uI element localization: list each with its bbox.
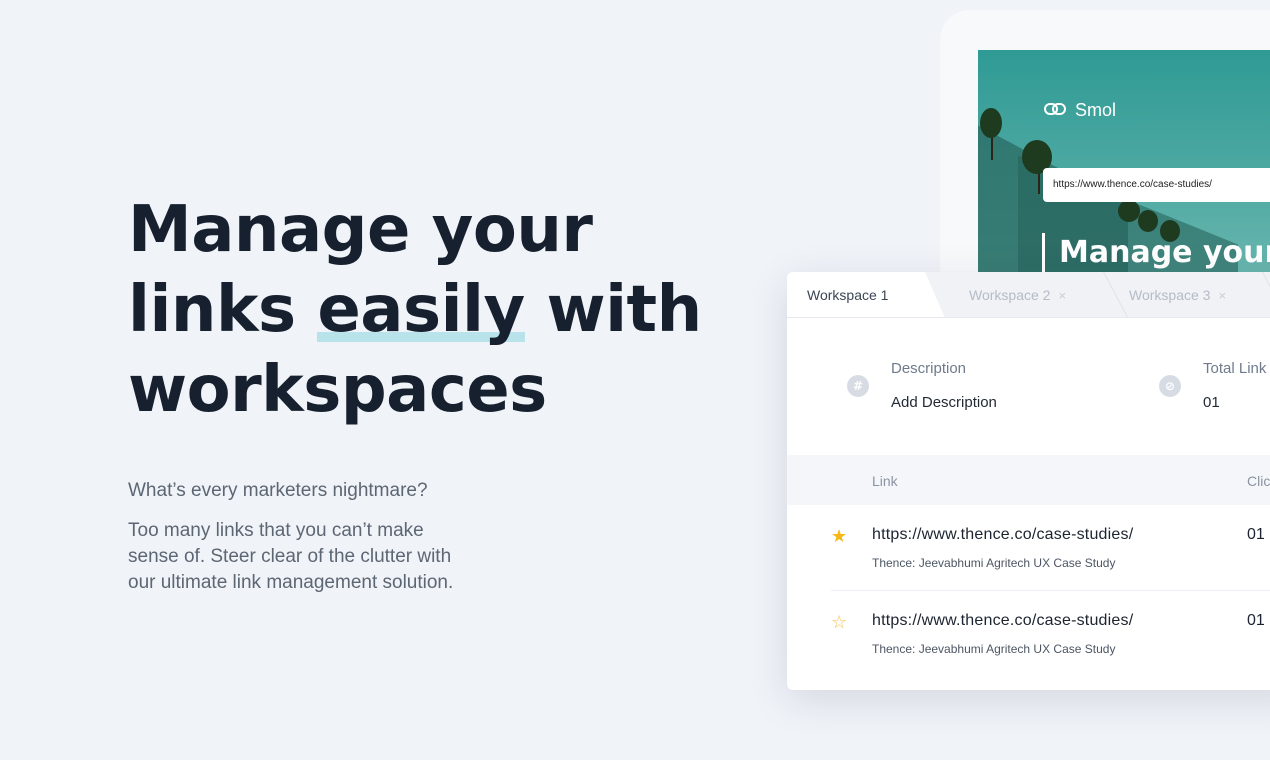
- table-header: Link Clic: [787, 455, 1270, 505]
- preview-heading: Manage your: [1042, 233, 1270, 273]
- column-header-link: Link: [872, 473, 898, 489]
- close-icon[interactable]: ×: [1218, 288, 1226, 303]
- workspace-card: Workspace 1 Workspace 2 × Workspace 3 × # …: [787, 272, 1270, 690]
- tab-label: Workspace 3: [1129, 287, 1211, 303]
- close-icon[interactable]: ×: [1058, 288, 1066, 303]
- hash-icon: #: [847, 375, 869, 397]
- tab-label: Workspace 1: [807, 287, 889, 303]
- total-links-label: Total Link: [1203, 360, 1267, 377]
- hero-title-line-2-end: with: [524, 273, 702, 347]
- description-label: Description: [891, 360, 967, 377]
- tree-illustration: [1138, 210, 1158, 232]
- tab-divider: [1262, 272, 1270, 318]
- link-clicks: 01: [1247, 526, 1265, 543]
- hero-subtitle: What’s every marketers nightmare?: [128, 480, 428, 501]
- url-input[interactable]: https://www.thence.co/case-studies/: [1043, 168, 1270, 202]
- workspace-tabs: Workspace 1 Workspace 2 × Workspace 3 ×: [787, 272, 1270, 318]
- hero-title-highlight: easily: [317, 270, 525, 350]
- link-url[interactable]: https://www.thence.co/case-studies/: [872, 612, 1133, 630]
- hero-title-line-3: workspaces: [128, 353, 547, 427]
- tab-workspace-1[interactable]: Workspace 1: [787, 272, 945, 317]
- column-header-clicks: Clic: [1247, 473, 1270, 489]
- link-clicks: 01: [1247, 612, 1265, 629]
- brand-name: Smol: [1075, 100, 1117, 120]
- link-icon: [1044, 100, 1066, 121]
- table-row[interactable]: ★ https://www.thence.co/case-studies/ Th…: [787, 505, 1270, 591]
- tab-workspace-3[interactable]: Workspace 3 ×: [1129, 272, 1226, 317]
- hero-description: Too many links that you can’t make sense…: [128, 520, 454, 593]
- hero-title-line-1: Manage your: [128, 193, 593, 267]
- tab-divider: [1103, 272, 1129, 318]
- hero-title-line-2-start: links: [128, 273, 318, 347]
- link-url[interactable]: https://www.thence.co/case-studies/: [872, 526, 1133, 544]
- tab-workspace-2[interactable]: Workspace 2 ×: [969, 272, 1066, 317]
- total-links-value: 01: [1203, 394, 1220, 411]
- link-description: Thence: Jeevabhumi Agritech UX Case Stud…: [872, 556, 1116, 570]
- link-description: Thence: Jeevabhumi Agritech UX Case Stud…: [872, 642, 1116, 656]
- table-row[interactable]: ☆ https://www.thence.co/case-studies/ Th…: [787, 591, 1270, 677]
- link-icon: ⊘: [1159, 375, 1181, 397]
- tab-label: Workspace 2: [969, 287, 1051, 303]
- tree-illustration: [980, 108, 1002, 138]
- hero-title: Manage your links easily with workspaces: [128, 190, 702, 430]
- brand-logo: Smol: [1044, 100, 1116, 121]
- star-outline-icon[interactable]: ☆: [831, 613, 847, 633]
- star-filled-icon[interactable]: ★: [831, 527, 847, 547]
- description-value[interactable]: Add Description: [891, 394, 997, 411]
- tree-illustration: [1118, 200, 1140, 222]
